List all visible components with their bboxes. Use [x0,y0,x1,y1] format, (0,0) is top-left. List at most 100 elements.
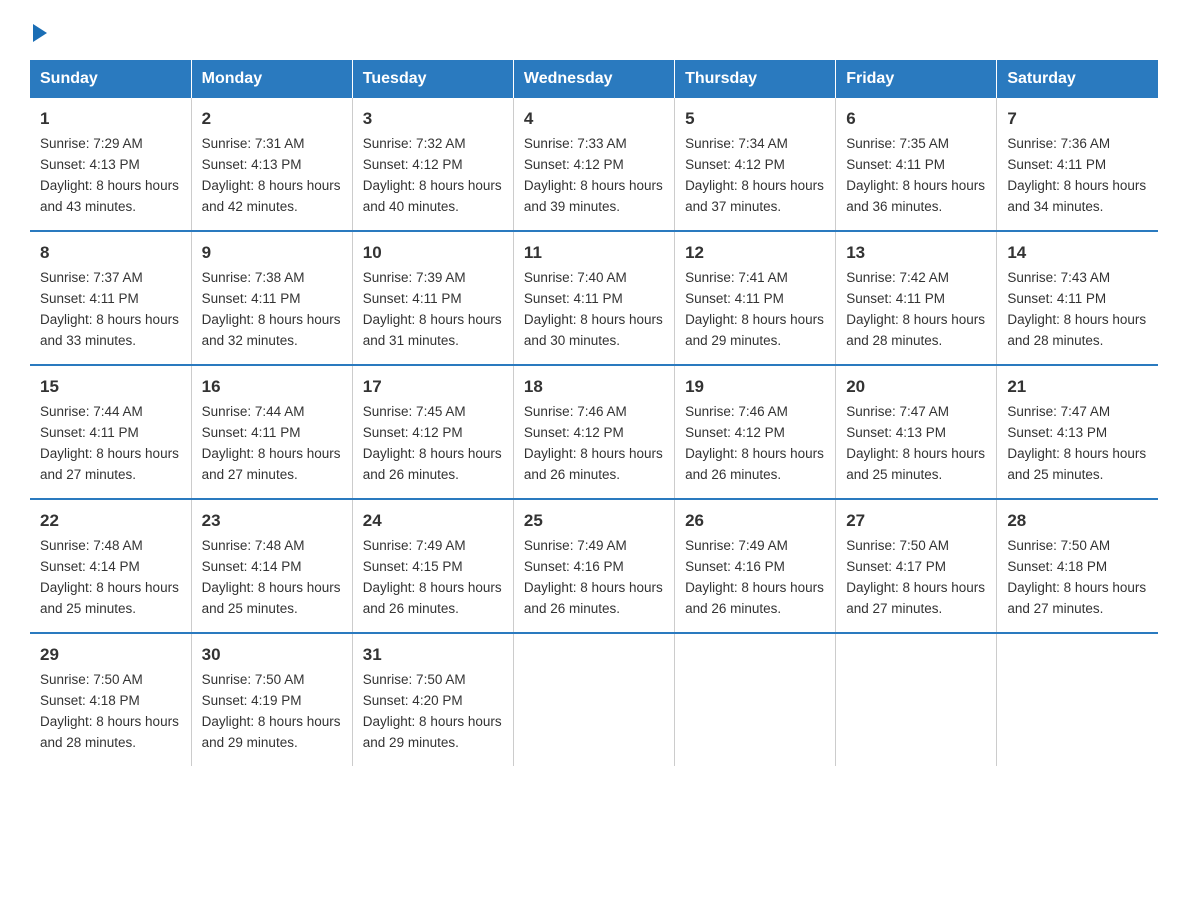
sunset-text: Sunset: 4:17 PM [846,559,946,574]
day-number: 5 [685,106,825,132]
calendar-cell: 23Sunrise: 7:48 AMSunset: 4:14 PMDayligh… [191,499,352,633]
sunset-text: Sunset: 4:13 PM [202,157,302,172]
day-number: 9 [202,240,342,266]
sunset-text: Sunset: 4:12 PM [363,425,463,440]
daylight-text: Daylight: 8 hours hours [524,312,663,327]
daylight-text: Daylight: 8 hours hours [40,312,179,327]
daylight-minutes-text: and 26 minutes. [685,601,781,616]
daylight-text: Daylight: 8 hours hours [363,714,502,729]
daylight-text: Daylight: 8 hours hours [524,178,663,193]
sunrise-text: Sunrise: 7:29 AM [40,136,143,151]
sunrise-text: Sunrise: 7:48 AM [40,538,143,553]
day-number: 27 [846,508,986,534]
daylight-minutes-text: and 26 minutes. [363,601,459,616]
day-number: 26 [685,508,825,534]
sunset-text: Sunset: 4:11 PM [202,291,301,306]
calendar-cell: 22Sunrise: 7:48 AMSunset: 4:14 PMDayligh… [30,499,191,633]
calendar-cell: 29Sunrise: 7:50 AMSunset: 4:18 PMDayligh… [30,633,191,766]
sunset-text: Sunset: 4:19 PM [202,693,302,708]
daylight-minutes-text: and 29 minutes. [363,735,459,750]
daylight-minutes-text: and 27 minutes. [846,601,942,616]
daylight-minutes-text: and 27 minutes. [202,467,298,482]
day-number: 2 [202,106,342,132]
daylight-text: Daylight: 8 hours hours [524,580,663,595]
daylight-minutes-text: and 40 minutes. [363,199,459,214]
sunrise-text: Sunrise: 7:46 AM [524,404,627,419]
daylight-text: Daylight: 8 hours hours [202,178,341,193]
calendar-cell: 12Sunrise: 7:41 AMSunset: 4:11 PMDayligh… [675,231,836,365]
day-number: 31 [363,642,503,668]
calendar-cell: 10Sunrise: 7:39 AMSunset: 4:11 PMDayligh… [352,231,513,365]
calendar-cell: 17Sunrise: 7:45 AMSunset: 4:12 PMDayligh… [352,365,513,499]
daylight-text: Daylight: 8 hours hours [846,312,985,327]
daylight-minutes-text: and 26 minutes. [363,467,459,482]
sunrise-text: Sunrise: 7:31 AM [202,136,305,151]
logo-arrow-icon [33,24,47,42]
daylight-text: Daylight: 8 hours hours [202,714,341,729]
sunset-text: Sunset: 4:11 PM [1007,157,1106,172]
calendar-cell: 27Sunrise: 7:50 AMSunset: 4:17 PMDayligh… [836,499,997,633]
daylight-text: Daylight: 8 hours hours [1007,446,1146,461]
sunrise-text: Sunrise: 7:47 AM [1007,404,1110,419]
sunset-text: Sunset: 4:12 PM [524,425,624,440]
sunrise-text: Sunrise: 7:40 AM [524,270,627,285]
sunrise-text: Sunrise: 7:45 AM [363,404,466,419]
sunset-text: Sunset: 4:12 PM [363,157,463,172]
daylight-minutes-text: and 33 minutes. [40,333,136,348]
daylight-text: Daylight: 8 hours hours [363,178,502,193]
calendar-cell: 8Sunrise: 7:37 AMSunset: 4:11 PMDaylight… [30,231,191,365]
daylight-minutes-text: and 32 minutes. [202,333,298,348]
sunset-text: Sunset: 4:11 PM [363,291,462,306]
daylight-minutes-text: and 37 minutes. [685,199,781,214]
header-friday: Friday [836,60,997,98]
sunrise-text: Sunrise: 7:39 AM [363,270,466,285]
sunrise-text: Sunrise: 7:34 AM [685,136,788,151]
sunrise-text: Sunrise: 7:32 AM [363,136,466,151]
day-number: 17 [363,374,503,400]
calendar-cell [513,633,674,766]
calendar-cell: 20Sunrise: 7:47 AMSunset: 4:13 PMDayligh… [836,365,997,499]
daylight-text: Daylight: 8 hours hours [40,580,179,595]
calendar-cell: 11Sunrise: 7:40 AMSunset: 4:11 PMDayligh… [513,231,674,365]
sunset-text: Sunset: 4:11 PM [202,425,301,440]
sunrise-text: Sunrise: 7:38 AM [202,270,305,285]
day-number: 8 [40,240,181,266]
sunrise-text: Sunrise: 7:44 AM [40,404,143,419]
sunset-text: Sunset: 4:13 PM [1007,425,1107,440]
daylight-minutes-text: and 27 minutes. [1007,601,1103,616]
sunset-text: Sunset: 4:11 PM [40,425,139,440]
sunset-text: Sunset: 4:18 PM [1007,559,1107,574]
day-number: 30 [202,642,342,668]
daylight-text: Daylight: 8 hours hours [846,446,985,461]
day-number: 29 [40,642,181,668]
sunrise-text: Sunrise: 7:50 AM [40,672,143,687]
day-number: 16 [202,374,342,400]
sunrise-text: Sunrise: 7:50 AM [363,672,466,687]
sunrise-text: Sunrise: 7:47 AM [846,404,949,419]
sunset-text: Sunset: 4:11 PM [524,291,623,306]
daylight-minutes-text: and 39 minutes. [524,199,620,214]
sunrise-text: Sunrise: 7:50 AM [846,538,949,553]
day-number: 24 [363,508,503,534]
daylight-text: Daylight: 8 hours hours [1007,312,1146,327]
daylight-text: Daylight: 8 hours hours [685,580,824,595]
sunset-text: Sunset: 4:11 PM [685,291,784,306]
day-number: 15 [40,374,181,400]
calendar-cell: 30Sunrise: 7:50 AMSunset: 4:19 PMDayligh… [191,633,352,766]
daylight-text: Daylight: 8 hours hours [363,580,502,595]
sunset-text: Sunset: 4:11 PM [40,291,139,306]
calendar-cell: 3Sunrise: 7:32 AMSunset: 4:12 PMDaylight… [352,98,513,231]
daylight-minutes-text: and 28 minutes. [40,735,136,750]
daylight-text: Daylight: 8 hours hours [1007,580,1146,595]
calendar-cell: 14Sunrise: 7:43 AMSunset: 4:11 PMDayligh… [997,231,1158,365]
sunset-text: Sunset: 4:13 PM [40,157,140,172]
calendar-cell [675,633,836,766]
day-number: 13 [846,240,986,266]
calendar-week-row: 22Sunrise: 7:48 AMSunset: 4:14 PMDayligh… [30,499,1158,633]
sunrise-text: Sunrise: 7:50 AM [1007,538,1110,553]
sunset-text: Sunset: 4:13 PM [846,425,946,440]
day-number: 28 [1007,508,1148,534]
daylight-minutes-text: and 30 minutes. [524,333,620,348]
calendar-cell: 9Sunrise: 7:38 AMSunset: 4:11 PMDaylight… [191,231,352,365]
sunset-text: Sunset: 4:16 PM [524,559,624,574]
